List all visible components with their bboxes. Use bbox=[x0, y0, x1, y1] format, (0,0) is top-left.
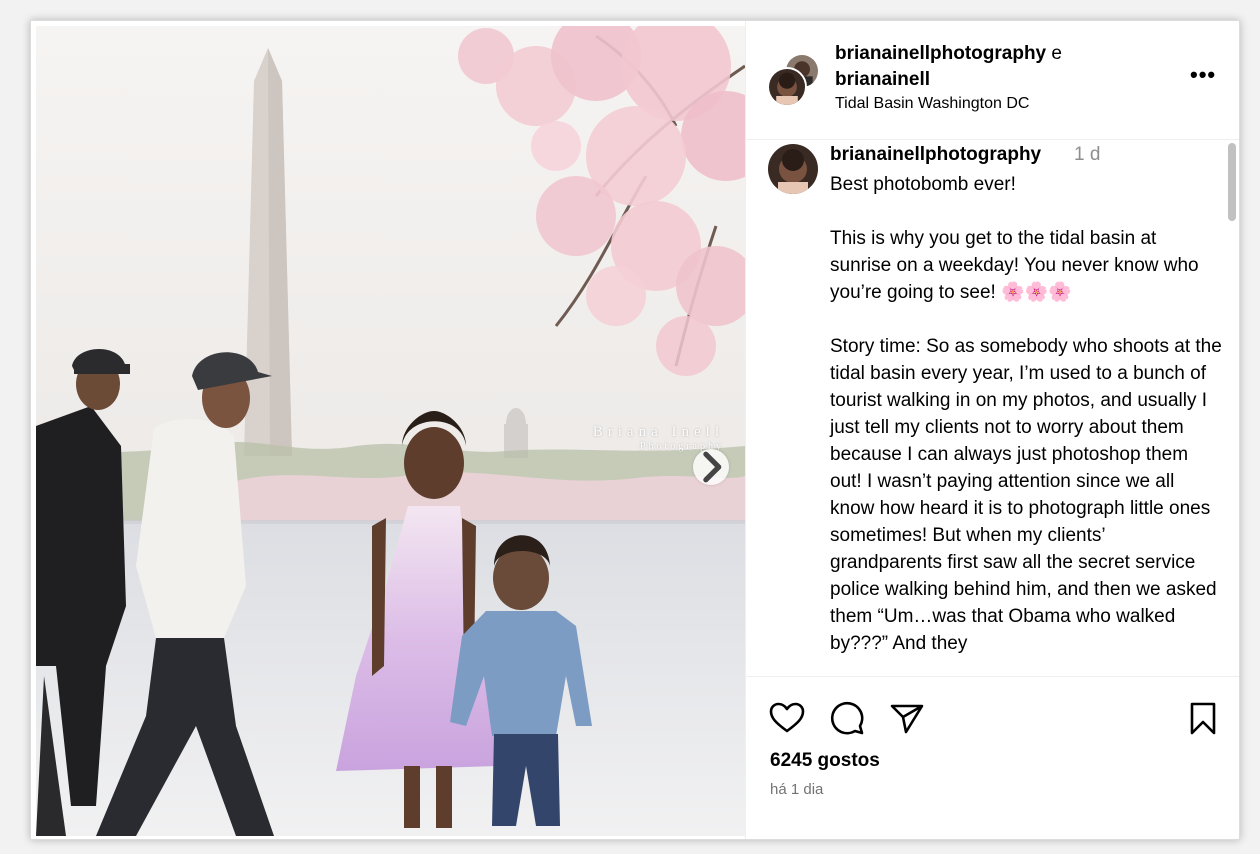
caption-username[interactable]: brianainellphotography bbox=[830, 144, 1041, 166]
more-options-button[interactable]: ••• bbox=[1190, 62, 1220, 87]
location-link[interactable]: Tidal Basin Washington DC bbox=[835, 95, 1029, 113]
heart-icon bbox=[769, 702, 805, 733]
save-button[interactable] bbox=[1184, 699, 1222, 737]
caption-time[interactable]: 1 d bbox=[1074, 144, 1100, 166]
caption-paragraph: Best photobomb ever! bbox=[830, 174, 1016, 195]
comment-icon bbox=[830, 701, 864, 735]
post-header: brianainellphotography e brianainell Tid… bbox=[746, 21, 1239, 140]
like-button[interactable] bbox=[768, 699, 806, 737]
collab-avatars[interactable] bbox=[767, 53, 820, 107]
post-dialog: Briana Inell Photography brianainellphot… bbox=[30, 20, 1240, 840]
like-count[interactable]: 6245 gostos bbox=[770, 750, 880, 772]
comments-scrollbar[interactable] bbox=[1228, 143, 1236, 676]
caption-avatar[interactable] bbox=[768, 144, 818, 194]
chevron-right-icon bbox=[703, 451, 722, 483]
caption-paragraph: This is why you get to the tidal basin a… bbox=[830, 228, 1199, 303]
post-actions: 6245 gostos há 1 dia bbox=[746, 676, 1239, 839]
author-primary-link[interactable]: brianainellphotography bbox=[835, 43, 1046, 64]
avatar-primary[interactable] bbox=[767, 67, 807, 107]
watermark-main: Briana Inell bbox=[592, 424, 724, 440]
post-image[interactable]: Briana Inell Photography bbox=[36, 26, 745, 836]
next-image-button[interactable] bbox=[693, 449, 729, 485]
bookmark-icon bbox=[1190, 702, 1216, 735]
post-side-panel: brianainellphotography e brianainell Tid… bbox=[745, 21, 1239, 839]
scrollbar-thumb[interactable] bbox=[1228, 143, 1236, 221]
photographer-watermark: Briana Inell Photography bbox=[554, 424, 724, 452]
send-icon bbox=[890, 704, 924, 734]
share-button[interactable] bbox=[888, 699, 926, 737]
post-date[interactable]: há 1 dia bbox=[770, 781, 823, 798]
comment-button[interactable] bbox=[828, 699, 866, 737]
more-horizontal-icon: ••• bbox=[1190, 62, 1217, 87]
author-secondary-link[interactable]: brianainell bbox=[835, 69, 930, 90]
caption-paragraph: Story time: So as somebody who shoots at… bbox=[830, 336, 1222, 654]
caption-text: Best photobomb ever! This is why you get… bbox=[830, 171, 1222, 676]
comments-area[interactable]: brianainellphotography 1 d Best photobom… bbox=[746, 141, 1239, 676]
post-authors: brianainellphotography e brianainell bbox=[835, 41, 1175, 93]
authors-joiner: e bbox=[1051, 43, 1062, 64]
